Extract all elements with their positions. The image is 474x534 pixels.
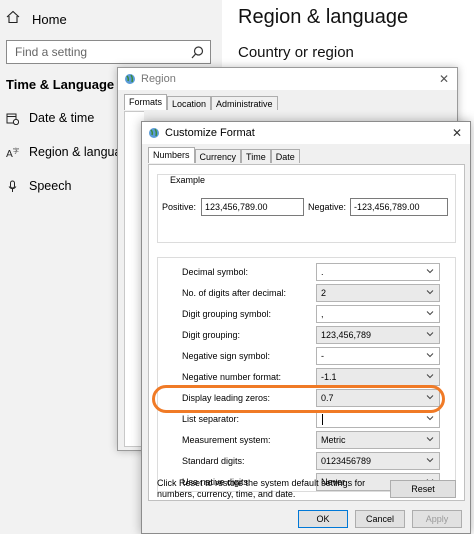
section-title: Time & Language xyxy=(6,77,115,92)
tab-administrative[interactable]: Administrative xyxy=(211,96,278,110)
svg-text:字: 字 xyxy=(13,147,19,155)
ok-button[interactable]: OK xyxy=(298,510,348,528)
setting-row-digit-grouping-symbol: Digit grouping symbol: , xyxy=(158,305,457,325)
cancel-button[interactable]: Cancel xyxy=(355,510,405,528)
digits-after-decimal-combo[interactable]: 2 xyxy=(316,284,440,302)
decimal-symbol-combo[interactable]: . xyxy=(316,263,440,281)
setting-row-standard-digits: Standard digits: 0123456789 xyxy=(158,452,457,472)
tab-time[interactable]: Time xyxy=(241,149,271,163)
close-icon[interactable]: ✕ xyxy=(439,72,449,86)
chevron-down-icon xyxy=(426,435,434,443)
negative-label: Negative: xyxy=(308,202,347,212)
standard-digits-combo[interactable]: 0123456789 xyxy=(316,452,440,470)
reset-note: Click Reset to restore the system defaul… xyxy=(157,478,366,499)
region-titlebar[interactable]: Region ✕ xyxy=(118,68,457,90)
setting-label: Measurement system: xyxy=(182,435,271,445)
home-nav[interactable]: Home xyxy=(6,8,67,30)
setting-row-digits-after-decimal: No. of digits after decimal: 2 xyxy=(158,284,457,304)
sidebar-item-speech[interactable]: Speech xyxy=(6,176,71,196)
page-subtitle: Country or region xyxy=(238,44,354,61)
search-icon[interactable] xyxy=(191,46,204,59)
chevron-down-icon xyxy=(426,267,434,275)
language-icon: A字 xyxy=(6,146,19,160)
home-label: Home xyxy=(32,11,67,27)
setting-label: Digit grouping symbol: xyxy=(182,309,272,319)
sidebar-item-label: Speech xyxy=(29,179,72,193)
tab-location[interactable]: Location xyxy=(167,96,212,110)
search-input[interactable] xyxy=(15,45,185,59)
setting-row-decimal-symbol: Decimal symbol: . xyxy=(158,263,457,283)
sidebar-item-region-language[interactable]: A字 Region & language xyxy=(6,142,135,162)
setting-row-list-separator: List separator: xyxy=(158,410,457,430)
example-group: Example Positive: 123,456,789.00 Negativ… xyxy=(157,174,456,243)
svg-text:A: A xyxy=(6,149,13,159)
setting-label: Negative sign symbol: xyxy=(182,351,271,361)
tab-formats[interactable]: Formats xyxy=(124,94,168,110)
chevron-down-icon xyxy=(426,351,434,359)
number-settings-group: Decimal symbol: . No. of digits after de… xyxy=(157,257,456,492)
setting-label: Decimal symbol: xyxy=(182,267,249,277)
setting-label: List separator: xyxy=(182,414,240,424)
negative-format-combo[interactable]: -1.1 xyxy=(316,368,440,386)
customize-format-titlebar[interactable]: Customize Format ✕ xyxy=(142,122,470,144)
setting-label: Standard digits: xyxy=(182,456,245,466)
setting-row-negative-sign: Negative sign symbol: - xyxy=(158,347,457,367)
highlight-annotation xyxy=(152,385,445,413)
digit-grouping-symbol-combo[interactable]: , xyxy=(316,305,440,323)
example-legend: Example xyxy=(168,175,208,185)
chevron-down-icon xyxy=(426,288,434,296)
text-cursor xyxy=(322,414,323,426)
chevron-down-icon xyxy=(426,414,434,422)
negative-sign-combo[interactable]: - xyxy=(316,347,440,365)
apply-button[interactable]: Apply xyxy=(412,510,462,528)
page-title: Region & language xyxy=(238,6,409,28)
tab-date[interactable]: Date xyxy=(270,149,300,163)
numbers-pane: Example Positive: 123,456,789.00 Negativ… xyxy=(148,164,465,501)
measurement-combo[interactable]: Metric xyxy=(316,431,440,449)
globe-icon xyxy=(148,127,160,139)
close-icon[interactable]: ✕ xyxy=(452,126,462,140)
setting-label: Digit grouping: xyxy=(182,330,241,340)
search-box[interactable] xyxy=(6,40,211,64)
negative-example: -123,456,789.00 xyxy=(350,198,448,216)
tab-numbers[interactable]: Numbers xyxy=(148,147,195,163)
home-icon xyxy=(6,10,20,29)
positive-label: Positive: xyxy=(162,202,197,212)
setting-row-measurement: Measurement system: Metric xyxy=(158,431,457,451)
calendar-clock-icon xyxy=(6,112,20,125)
chevron-down-icon xyxy=(426,372,434,380)
chevron-down-icon xyxy=(426,330,434,338)
setting-row-digit-grouping: Digit grouping: 123,456,789 xyxy=(158,326,457,346)
dialog-title: Customize Format xyxy=(165,127,255,139)
setting-label: No. of digits after decimal: xyxy=(182,288,287,298)
digit-grouping-combo[interactable]: 123,456,789 xyxy=(316,326,440,344)
positive-example: 123,456,789.00 xyxy=(201,198,304,216)
sidebar-item-date-time[interactable]: Date & time xyxy=(6,108,94,128)
tab-currency[interactable]: Currency xyxy=(194,149,242,163)
customize-tabs: Numbers Currency Time Date xyxy=(148,147,300,163)
microphone-icon xyxy=(6,180,19,193)
reset-button[interactable]: Reset xyxy=(390,480,456,498)
globe-icon xyxy=(124,73,136,85)
region-title: Region xyxy=(141,73,176,85)
region-tabs: Formats Location Administrative xyxy=(124,94,278,110)
sidebar-item-label: Date & time xyxy=(29,111,95,125)
chevron-down-icon xyxy=(426,309,434,317)
customize-format-dialog: Customize Format ✕ Numbers Currency Time… xyxy=(141,121,471,534)
chevron-down-icon xyxy=(426,456,434,464)
setting-label: Negative number format: xyxy=(182,372,282,382)
